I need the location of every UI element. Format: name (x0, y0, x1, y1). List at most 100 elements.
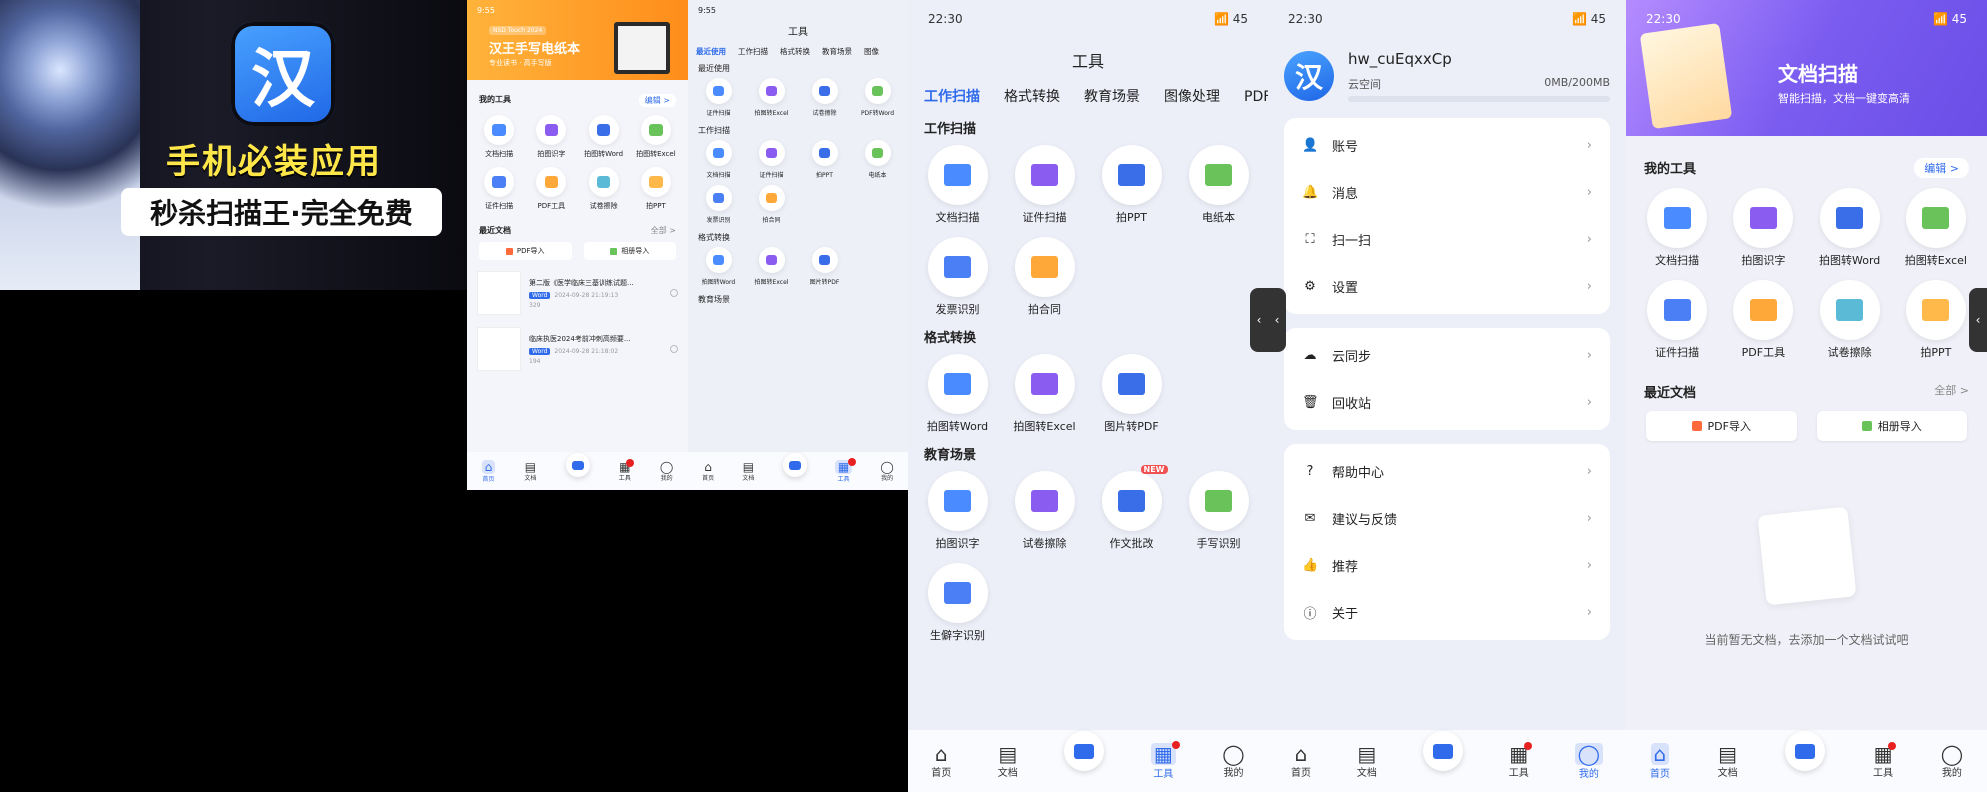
tool-tile[interactable]: 拍图转Excel (745, 247, 798, 286)
nav-item[interactable]: ▤ 文档 (742, 461, 754, 482)
edit-link[interactable]: 编辑 > (638, 94, 676, 107)
tool-tile[interactable]: 文档扫描 (692, 140, 745, 179)
tool-tile[interactable]: 证件扫描 (692, 78, 745, 117)
list-item[interactable]: 临床执医2024考前冲刺高频要... Word 2024-09-28 21:18:… (477, 324, 678, 374)
album-import-button[interactable]: 相册导入 (1816, 411, 1967, 441)
tool-tile[interactable]: 拍PPT (1893, 280, 1979, 360)
tool-tile[interactable]: 拍图识字 (1720, 188, 1806, 268)
nav-item[interactable]: ◯ 我的 (1574, 742, 1604, 780)
nav-item[interactable]: ◯ 我的 (660, 461, 673, 482)
tab[interactable]: 最近使用 (696, 46, 726, 57)
camera-button[interactable] (1785, 731, 1826, 771)
camera-button[interactable] (1422, 731, 1463, 771)
nav-item[interactable]: ⌂ 首页 (1650, 742, 1670, 780)
menu-item[interactable]: 👍 推荐 › (1284, 542, 1610, 589)
nav-item[interactable]: ⌂ 首页 (481, 459, 496, 483)
menu-item[interactable]: ☁ 云同步 › (1284, 332, 1610, 379)
tool-tile[interactable]: 试卷擦除 (1807, 280, 1893, 360)
nav-item[interactable]: ▤ 文档 (1718, 744, 1738, 779)
edit-link[interactable]: 编辑 > (1914, 158, 1969, 178)
tool-tile[interactable]: 拍图识字 (914, 471, 1001, 551)
nav-item[interactable]: ▦ 工具 (834, 457, 857, 483)
all-docs-link[interactable]: 全部 > (1934, 382, 1969, 401)
tool-tile[interactable]: 拍图转Word (578, 115, 630, 159)
all-docs-link[interactable]: 全部 > (651, 225, 676, 236)
tool-tile[interactable]: 文档扫描 (473, 115, 525, 159)
tool-tile[interactable]: PDF转Word (851, 78, 904, 117)
tool-tile[interactable]: 拍合同 (745, 185, 798, 224)
nav-item[interactable]: ▦ 工具 (1873, 741, 1897, 779)
tool-tile[interactable]: 拍图转Word (692, 247, 745, 286)
tool-tile[interactable]: 拍PPT (798, 140, 851, 179)
camera-button[interactable] (1064, 731, 1105, 771)
nav-item[interactable]: ⌂ 首页 (702, 461, 714, 482)
tab[interactable]: 教育场景 (1084, 86, 1140, 106)
menu-item[interactable]: ✉ 建议与反馈 › (1284, 495, 1610, 542)
tool-tile[interactable]: 电纸本 (1175, 145, 1262, 225)
tool-tile[interactable]: 试卷擦除 (1001, 471, 1088, 551)
menu-item[interactable]: 🗑 回收站 › (1284, 379, 1610, 426)
tab[interactable]: 教育场景 (822, 46, 852, 57)
tool-tile[interactable]: 拍图转Excel (1001, 354, 1088, 434)
tool-tile[interactable]: 拍合同 (1001, 237, 1088, 317)
album-import-button[interactable]: 相册导入 (583, 242, 676, 260)
avatar[interactable]: 汉 (1284, 51, 1334, 101)
menu-item[interactable]: ⛶ 扫一扫 › (1284, 216, 1610, 263)
pdf-import-button[interactable]: PDF导入 (1646, 411, 1797, 441)
tool-tile[interactable]: 图片转PDF (1088, 354, 1175, 434)
nav-item[interactable]: ▤ 文档 (998, 744, 1018, 779)
camera-button[interactable] (565, 453, 590, 477)
nav-item[interactable]: ▦ 工具 (1150, 740, 1180, 780)
tool-tile[interactable]: 拍图转Word (914, 354, 1001, 434)
camera-button[interactable] (782, 453, 807, 477)
tool-tile[interactable]: NEW 作文批改 (1088, 465, 1175, 551)
hero-banner[interactable]: 22:30 📶 45 文档扫描 智能扫描，文档一键变高清 (1626, 0, 1987, 136)
tab[interactable]: 格式转换 (1004, 86, 1060, 106)
side-collapse-handle[interactable]: ‹ (1268, 288, 1286, 352)
nav-item[interactable]: ◯ 我的 (1941, 744, 1963, 779)
nav-item[interactable]: ⌂ 首页 (931, 744, 951, 779)
nav-item[interactable]: ◯ 我的 (1222, 744, 1244, 779)
tool-tile[interactable]: PDF工具 (525, 167, 577, 211)
tool-tile[interactable]: 手写识别 (1175, 471, 1262, 551)
tool-tile[interactable]: PDF工具 (1720, 280, 1806, 360)
tool-tile[interactable]: 拍图识字 (525, 115, 577, 159)
tool-tile[interactable]: 证件扫描 (1001, 145, 1088, 225)
menu-item[interactable]: 👤 账号 › (1284, 122, 1610, 169)
tool-tile[interactable]: 文档扫描 (1634, 188, 1720, 268)
tab[interactable]: 格式转换 (780, 46, 810, 57)
tool-tile[interactable]: 试卷擦除 (798, 78, 851, 117)
menu-item[interactable]: 🔔 消息 › (1284, 169, 1610, 216)
tab[interactable]: PDF工 (1244, 86, 1268, 106)
tab[interactable]: 工作扫描 (738, 46, 768, 57)
tool-tile[interactable]: 发票识别 (914, 237, 1001, 317)
side-collapse-handle[interactable]: ‹ (1250, 288, 1268, 352)
nav-item[interactable]: ▤ 文档 (524, 461, 536, 482)
hero-banner[interactable]: 9:55 NSD Touch 2024 汉王手写电纸本 专业读书 · 高手写版 (467, 0, 688, 80)
tool-tile[interactable]: 拍图转Word (1807, 188, 1893, 268)
nav-item[interactable]: ◯ 我的 (880, 461, 893, 482)
tab[interactable]: 图像处理 (1164, 86, 1220, 106)
tool-tile[interactable]: 电纸本 (851, 140, 904, 179)
side-collapse-handle[interactable]: ‹ (1969, 288, 1987, 352)
tool-tile[interactable]: 拍图转Excel (1893, 188, 1979, 268)
tool-tile[interactable]: 证件扫描 (473, 167, 525, 211)
nav-item[interactable]: ▤ 文档 (1357, 744, 1377, 779)
menu-item[interactable]: ⓘ 关于 › (1284, 589, 1610, 636)
tool-tile[interactable]: 拍图转Excel (745, 78, 798, 117)
pdf-import-button[interactable]: PDF导入 (479, 242, 572, 260)
tool-tile[interactable]: 拍PPT (630, 167, 682, 211)
menu-item[interactable]: ? 帮助中心 › (1284, 448, 1610, 495)
nav-item[interactable]: ▦ 工具 (1509, 741, 1533, 779)
tool-tile[interactable]: 图片转PDF (798, 247, 851, 286)
list-item[interactable]: 第二版《医学临床三基训练试题... Word 2024-09-28 21:19:1… (477, 268, 678, 318)
select-radio[interactable] (670, 345, 678, 353)
tool-tile[interactable]: 证件扫描 (1634, 280, 1720, 360)
nav-item[interactable]: ⌂ 首页 (1291, 744, 1311, 779)
tool-tile[interactable]: 拍PPT (1088, 145, 1175, 225)
select-radio[interactable] (670, 289, 678, 297)
nav-item[interactable]: ▦ 工具 (619, 458, 635, 482)
tool-tile[interactable]: 试卷擦除 (578, 167, 630, 211)
menu-item[interactable]: ⚙ 设置 › (1284, 263, 1610, 310)
tab[interactable]: 图像 (864, 46, 879, 57)
